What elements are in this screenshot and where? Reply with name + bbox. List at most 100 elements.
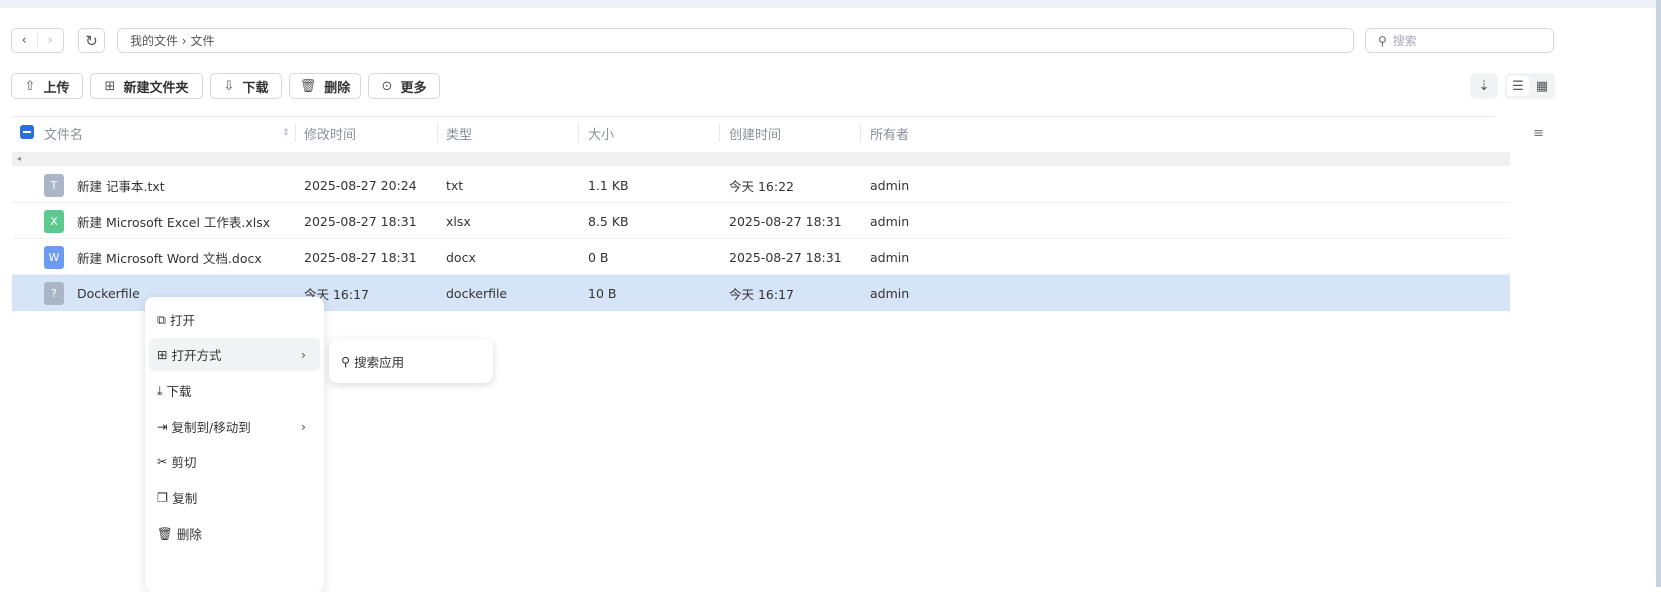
upload-button[interactable]: ⇧ 上传 [11, 73, 83, 99]
sort-arrows-icon[interactable]: ⇕ [282, 117, 290, 149]
new-folder-button[interactable]: ⊞ 新建文件夹 [90, 73, 203, 99]
breadcrumb-separator: › [181, 33, 187, 48]
file-type: dockerfile [446, 285, 508, 301]
file-owner: admin [870, 213, 910, 229]
breadcrumb[interactable]: 我的文件 › 文件 [117, 28, 1354, 53]
more-label: 更多 [400, 80, 427, 96]
column-header-created[interactable]: 创建时间 [729, 117, 781, 149]
grid-view-icon[interactable]: ▦ [1531, 79, 1553, 94]
menu-item-copy-move[interactable]: ⇥ 复制到/移动到 › [149, 410, 320, 443]
file-modified: 2025-08-27 18:31 [304, 213, 417, 229]
column-header-modified[interactable]: 修改时间 [304, 117, 356, 149]
file-created: 2025-08-27 18:31 [729, 213, 842, 229]
refresh-icon: ↻ [85, 31, 98, 50]
column-resizer[interactable] [578, 124, 579, 142]
scissors-icon: ✂ [157, 454, 168, 469]
horizontal-scrollbar[interactable]: ◂ [12, 152, 1510, 166]
column-settings-icon[interactable]: ≡ [1533, 117, 1544, 149]
list-view-icon[interactable]: ☰ [1507, 76, 1529, 96]
context-menu: ⧉ 打开 ⊞ 打开方式 › ⤓ 下载 ⇥ 复制到/移动到 › ✂ 剪切 ❐ 复制 🗑 删除 [145, 297, 324, 592]
file-size: 0 B [588, 249, 609, 265]
breadcrumb-root[interactable]: 我的文件 [130, 32, 178, 49]
file-size: 1.1 KB [588, 177, 629, 193]
select-all-checkbox[interactable] [20, 125, 34, 139]
chevron-right-icon: › [301, 419, 306, 434]
menu-item-open-with[interactable]: ⊞ 打开方式 › [149, 338, 320, 371]
file-owner: admin [870, 249, 910, 265]
download-button[interactable]: ⇩ 下载 [210, 73, 282, 99]
file-created: 今天 16:22 [729, 178, 794, 194]
table-row[interactable]: X 新建 Microsoft Excel 工作表.xlsx 2025-08-27 1… [12, 203, 1510, 239]
column-resizer[interactable] [437, 124, 438, 142]
file-modified: 2025-08-27 20:24 [304, 177, 417, 193]
breadcrumb-current: 文件 [190, 34, 215, 48]
copy-icon: ❐ [157, 490, 169, 505]
table-row[interactable]: T 新建 记事本.txt 2025-08-27 20:24 txt 1.1 KB 今天 1… [12, 167, 1510, 203]
search-input[interactable]: ⚲ 搜索 [1365, 28, 1554, 53]
column-size-label: 大小 [588, 127, 615, 143]
file-icon: T [44, 174, 64, 197]
column-header-type[interactable]: 类型 [446, 117, 472, 149]
menu-item-delete[interactable]: 🗑 删除 [149, 517, 320, 550]
upload-icon: ⇧ [24, 78, 36, 94]
menu-label: 打开 [169, 313, 195, 328]
column-resizer[interactable] [295, 124, 296, 142]
view-toggle: ☰ ▦ [1505, 73, 1555, 99]
more-icon: ⊙ [381, 78, 393, 94]
trash-icon: 🗑 [157, 525, 173, 541]
trash-icon: 🗑 [299, 78, 317, 94]
sort-icon: ⇣ [1478, 78, 1490, 94]
download-icon: ⤓ [157, 382, 163, 398]
menu-label: 删除 [176, 527, 202, 542]
file-type: docx [446, 249, 476, 265]
search-icon: ⚲ [1378, 33, 1387, 48]
file-type: txt [446, 177, 464, 193]
search-placeholder: 搜索 [1392, 34, 1417, 48]
file-name: 新建 记事本.txt [77, 178, 165, 194]
search-icon: ⚲ [341, 353, 351, 369]
file-icon: W [44, 246, 64, 269]
menu-label: 复制到/移动到 [171, 420, 251, 435]
menu-item-cut[interactable]: ✂ 剪切 [149, 445, 320, 478]
back-button[interactable]: ‹ [12, 33, 38, 48]
menu-label: 复制 [172, 491, 198, 506]
delete-button[interactable]: 🗑 删除 [289, 73, 361, 99]
top-band [0, 0, 1661, 8]
external-link-icon: ⧉ [157, 311, 166, 327]
new-folder-label: 新建文件夹 [123, 80, 189, 96]
chevron-right-icon: › [301, 347, 306, 362]
file-size: 8.5 KB [588, 213, 629, 229]
column-owner-label: 所有者 [870, 127, 910, 143]
file-name: Dockerfile [77, 285, 140, 301]
menu-item-download[interactable]: ⤓ 下载 [149, 374, 320, 407]
column-resizer[interactable] [860, 124, 861, 142]
forward-button[interactable]: › [38, 33, 63, 48]
menu-item-copy[interactable]: ❐ 复制 [149, 481, 320, 514]
column-modified-label: 修改时间 [304, 127, 357, 143]
upload-label: 上传 [43, 80, 70, 96]
menu-item-open[interactable]: ⧉ 打开 [149, 303, 320, 336]
menu-label: 剪切 [171, 455, 197, 470]
file-icon: ? [44, 282, 64, 305]
column-resizer[interactable] [719, 124, 720, 142]
nav-buttons: ‹ › [11, 28, 64, 53]
column-header-size[interactable]: 大小 [588, 117, 614, 149]
search-apps-item[interactable]: 搜索应用 [354, 352, 404, 371]
sort-button[interactable]: ⇣ [1470, 73, 1498, 99]
column-created-label: 创建时间 [729, 127, 782, 143]
column-name-label: 文件名 [44, 127, 84, 143]
more-button[interactable]: ⊙ 更多 [368, 73, 440, 99]
file-name: 新建 Microsoft Excel 工作表.xlsx [77, 214, 271, 230]
menu-label: 下载 [166, 384, 192, 399]
scrollbar[interactable] [1656, 0, 1661, 587]
column-type-label: 类型 [446, 127, 473, 143]
file-size: 10 B [588, 285, 617, 301]
column-header-name[interactable]: 文件名 [44, 117, 83, 149]
column-header-owner[interactable]: 所有者 [870, 117, 909, 149]
file-type: xlsx [446, 213, 471, 229]
folder-plus-icon: ⊞ [104, 78, 116, 94]
menu-label: 打开方式 [171, 348, 222, 363]
refresh-button[interactable]: ↻ [78, 28, 105, 53]
table-row[interactable]: W 新建 Microsoft Word 文档.docx 2025-08-27 18:… [12, 239, 1510, 275]
file-modified: 2025-08-27 18:31 [304, 249, 417, 265]
